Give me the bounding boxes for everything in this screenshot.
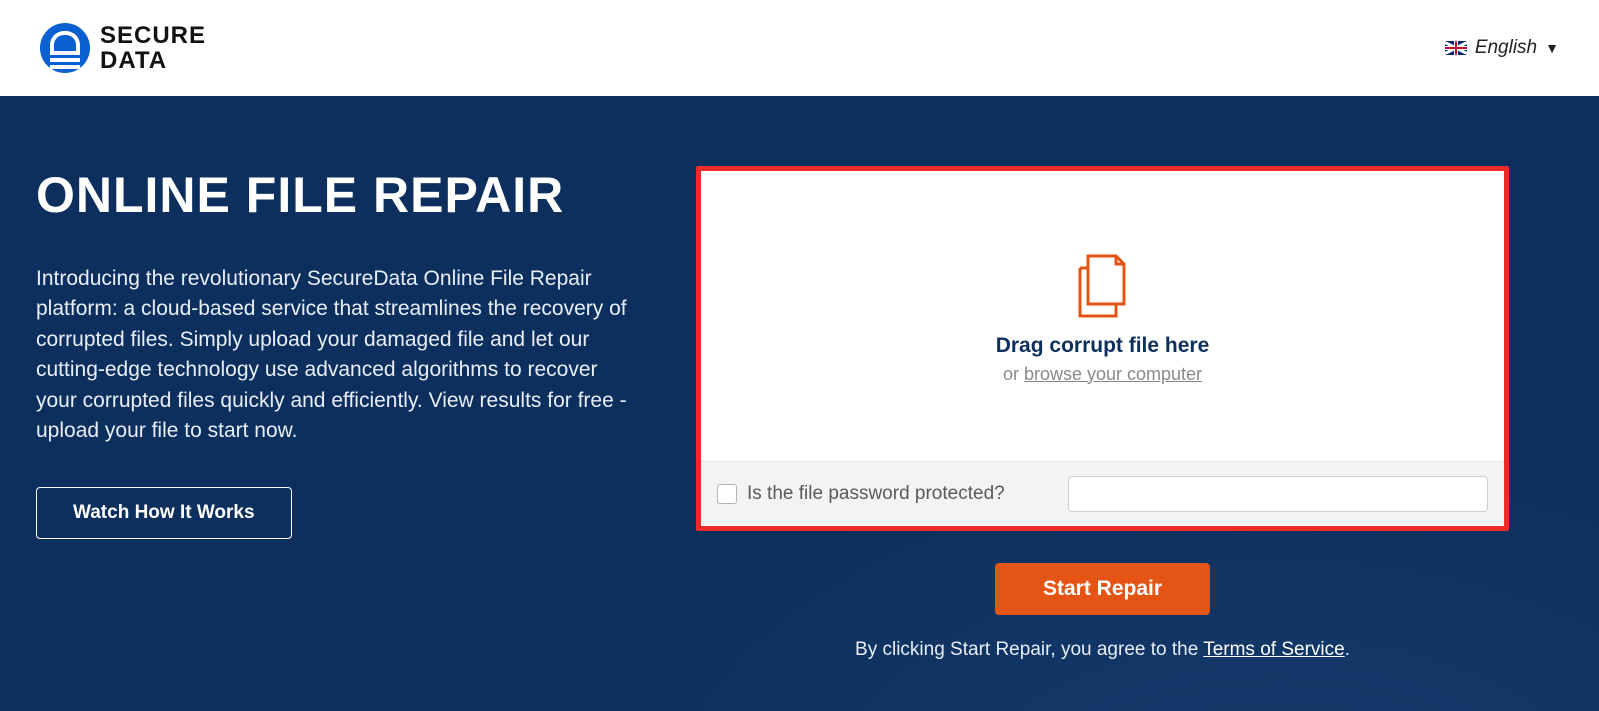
terms-of-service-link[interactable]: Terms of Service — [1203, 639, 1344, 660]
drop-zone[interactable]: Drag corrupt file here or browse your co… — [701, 171, 1504, 461]
brand-line2: DATA — [100, 48, 206, 73]
brand-line1: SECURE — [100, 23, 206, 48]
terms-suffix: . — [1345, 639, 1350, 660]
or-text: or — [1003, 364, 1024, 384]
flag-uk-icon — [1445, 41, 1467, 55]
hero-section: ONLINE FILE REPAIR Introducing the revol… — [0, 96, 1599, 711]
password-input[interactable] — [1068, 476, 1488, 512]
header: SECURE DATA English ▼ — [0, 0, 1599, 96]
upload-column: Drag corrupt file here or browse your co… — [696, 166, 1509, 711]
hero-content: ONLINE FILE REPAIR Introducing the revol… — [36, 166, 636, 711]
upload-panel: Drag corrupt file here or browse your co… — [696, 166, 1509, 531]
password-checkbox[interactable] — [717, 484, 737, 504]
hero-description: Introducing the revolutionary SecureData… — [36, 264, 636, 447]
logo[interactable]: SECURE DATA — [40, 23, 206, 73]
watch-how-it-works-button[interactable]: Watch How It Works — [36, 487, 292, 539]
language-label: English — [1475, 37, 1537, 59]
start-repair-button[interactable]: Start Repair — [995, 563, 1210, 615]
page-title: ONLINE FILE REPAIR — [36, 166, 636, 224]
terms-prefix: By clicking Start Repair, you agree to t… — [855, 639, 1203, 660]
lock-icon — [40, 23, 90, 73]
terms-line: By clicking Start Repair, you agree to t… — [855, 639, 1350, 661]
password-label: Is the file password protected? — [747, 483, 1005, 505]
chevron-down-icon: ▼ — [1545, 40, 1559, 56]
password-row: Is the file password protected? — [701, 461, 1504, 526]
language-selector[interactable]: English ▼ — [1445, 37, 1559, 59]
browse-line: or browse your computer — [1003, 364, 1202, 385]
files-icon — [1068, 248, 1138, 328]
brand-text: SECURE DATA — [100, 23, 206, 73]
browse-link[interactable]: browse your computer — [1024, 364, 1202, 384]
drop-text: Drag corrupt file here — [996, 334, 1210, 358]
